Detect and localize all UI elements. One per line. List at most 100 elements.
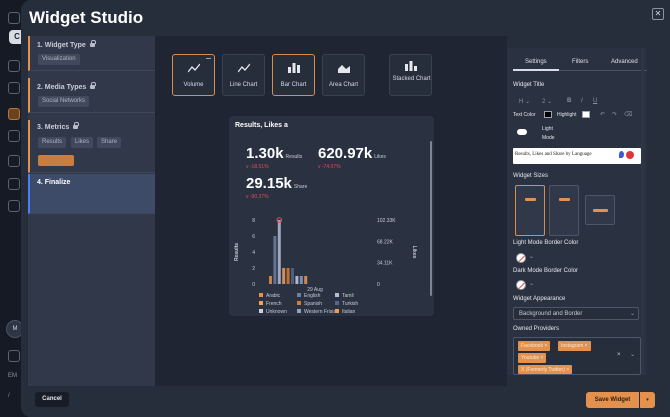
y2-tick-label: 34.11K xyxy=(377,261,393,267)
tab-settings[interactable]: Settings xyxy=(525,59,547,65)
legend-swatch xyxy=(259,293,263,297)
grid-icon[interactable] xyxy=(8,130,20,142)
y-axis-title: Results xyxy=(234,243,240,261)
menu-icon[interactable] xyxy=(8,12,20,24)
y2-axis-title: Likes xyxy=(411,246,417,259)
step-tag: Likes xyxy=(71,137,94,148)
settings-scrollbar[interactable] xyxy=(641,48,644,375)
preview-scrollbar[interactable] xyxy=(430,141,432,296)
settings-icon[interactable] xyxy=(8,350,20,362)
chart-type-volume[interactable]: Volume xyxy=(172,54,215,96)
provider-chip[interactable]: Facebook × xyxy=(518,341,551,351)
cancel-button[interactable]: Cancel xyxy=(35,392,69,407)
y-tick-label: 8 xyxy=(252,218,255,224)
chart-type-stacked[interactable]: Stacked Chart xyxy=(389,54,432,96)
chart-type-area[interactable]: Area Chart xyxy=(322,54,365,96)
modal-title: Widget Studio xyxy=(29,8,144,27)
bar xyxy=(304,276,308,284)
y2-tick-label: 68.22K xyxy=(377,239,394,245)
underline-button[interactable]: U xyxy=(593,98,597,104)
text-color-label: Text Color xyxy=(513,112,536,118)
provider-chip[interactable]: X (Formerly Twitter) × xyxy=(518,365,573,374)
list-icon[interactable] xyxy=(8,178,20,190)
save-widget-button[interactable]: Save Widget xyxy=(586,392,639,408)
light-mode-toggle[interactable] xyxy=(517,129,527,135)
clear-format-icon[interactable]: ⌫ xyxy=(624,111,632,118)
size-medium[interactable] xyxy=(549,185,579,236)
chart-icon[interactable] xyxy=(8,155,20,167)
legend-swatch xyxy=(297,301,301,305)
step-finalize[interactable]: 4. Finalize xyxy=(28,174,155,214)
size-small[interactable] xyxy=(515,185,545,236)
chart-type-label: Volume xyxy=(183,82,204,88)
text-color-swatch[interactable] xyxy=(544,111,552,118)
step-tag-extra: Followers xyxy=(38,155,74,166)
tab-filters[interactable]: Filters xyxy=(572,59,588,65)
appearance-value: Background and Border xyxy=(519,311,583,317)
provider-chip[interactable]: Youtube × xyxy=(518,353,547,363)
appearance-select[interactable]: Background and Border ⌄ xyxy=(513,307,639,320)
highlight-swatch[interactable] xyxy=(582,111,590,118)
step-title: 2. Media Types xyxy=(37,84,87,91)
dashboard-icon[interactable] xyxy=(8,108,20,120)
chart-type-line[interactable]: Line Chart xyxy=(222,54,265,96)
clear-all-icon[interactable]: × xyxy=(617,352,621,358)
undo-icon[interactable]: ↶ xyxy=(600,111,605,118)
y-tick-label: 4 xyxy=(252,250,255,256)
appearance-label: Widget Appearance xyxy=(513,296,566,302)
close-icon[interactable]: ✕ xyxy=(652,8,664,20)
steps-panel: 1. Widget Type Visualization 2. Media Ty… xyxy=(28,36,155,386)
title-preview-input[interactable]: Results, Likes and Share by Language xyxy=(513,148,641,164)
bar xyxy=(299,276,303,284)
legend-swatch xyxy=(259,301,263,305)
home-icon[interactable] xyxy=(8,60,20,72)
tab-advanced[interactable]: Advanced xyxy=(611,59,638,65)
flag-icon xyxy=(626,151,634,159)
tab-active-indicator xyxy=(513,69,559,71)
chevron-down-icon: ⌄ xyxy=(630,311,636,317)
step-media-types[interactable]: 2. Media Types Social Networks xyxy=(28,78,155,113)
preview-chart: 02468034.11K68.22K102.33KResults Likes29 … xyxy=(234,217,417,315)
option-menu-icon[interactable] xyxy=(206,58,211,59)
y2-tick-label: 102.33K xyxy=(377,218,396,224)
legend-label: Italian xyxy=(342,309,356,315)
size-wide[interactable] xyxy=(585,195,615,225)
step-widget-type[interactable]: 1. Widget Type Visualization xyxy=(28,36,155,71)
footer-hint-2: / xyxy=(8,393,10,399)
bold-button[interactable]: B xyxy=(567,98,571,104)
legend-swatch xyxy=(297,293,301,297)
search-icon[interactable] xyxy=(8,82,20,94)
chevron-down-icon[interactable]: ⌄ xyxy=(529,280,534,287)
bar xyxy=(291,268,294,284)
step-title: 4. Finalize xyxy=(37,179,71,186)
dark-border-color[interactable] xyxy=(516,280,526,290)
step-tag: Visualization xyxy=(38,54,80,65)
bar xyxy=(282,268,286,284)
legend-label: Turkish xyxy=(342,301,358,307)
y-tick-label: 2 xyxy=(252,266,255,272)
highlight-label: Highlight xyxy=(557,112,577,118)
help-icon[interactable] xyxy=(8,200,20,212)
providers-multiselect[interactable]: Facebook × Instagram × Youtube × X (Form… xyxy=(513,337,641,375)
widget-preview: Results, Likes a 1.30k Results v -18.51% … xyxy=(229,116,434,316)
redo-icon[interactable]: ↷ xyxy=(612,111,617,118)
heading-select[interactable]: H ⌄ xyxy=(519,98,530,105)
chart-type-label: Bar Chart xyxy=(280,82,307,88)
italic-button[interactable]: I xyxy=(581,98,583,104)
legend-swatch xyxy=(297,309,301,313)
size-select[interactable]: 2 ⌄ xyxy=(542,98,552,105)
provider-chip[interactable]: Instagram × xyxy=(558,341,591,351)
step-tag: Share xyxy=(97,137,122,148)
chart-type-label: Area Chart xyxy=(328,82,358,88)
step-metrics[interactable]: 3. Metrics Results Likes Share Followers xyxy=(28,120,155,173)
bar xyxy=(295,276,299,284)
y-tick-label: 6 xyxy=(252,234,255,240)
legend-label: Tamil xyxy=(342,293,354,299)
save-options-dropdown[interactable]: ▾ xyxy=(640,392,655,408)
chevron-down-icon[interactable]: ⌄ xyxy=(529,253,534,260)
chevron-down-icon[interactable]: ⌄ xyxy=(630,351,635,358)
chart-type-label: Line Chart xyxy=(229,82,258,88)
legend-swatch xyxy=(335,301,339,305)
chart-type-bar[interactable]: Bar Chart xyxy=(272,54,315,96)
light-border-color[interactable] xyxy=(516,253,526,263)
